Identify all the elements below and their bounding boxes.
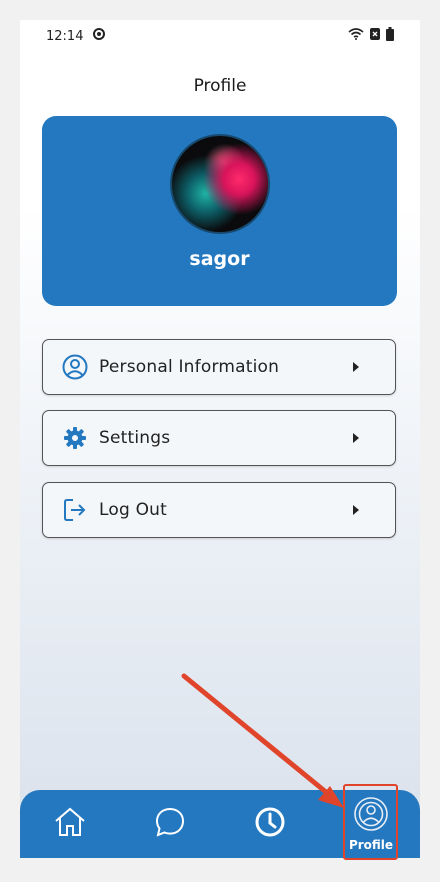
annotation-highlight-box xyxy=(343,784,398,860)
profile-card: sagor xyxy=(42,116,397,306)
menu-item-label: Personal Information xyxy=(99,357,280,377)
nav-home[interactable] xyxy=(50,790,90,858)
signal-off-icon xyxy=(370,28,380,44)
menu-item-label: Log Out xyxy=(99,500,167,520)
menu-item-label: Settings xyxy=(99,428,171,448)
home-icon xyxy=(53,806,87,842)
status-time: 12:14 xyxy=(46,28,84,44)
chevron-right-icon xyxy=(353,433,359,443)
nav-history[interactable] xyxy=(250,790,290,858)
logout-icon xyxy=(61,496,89,524)
clock-icon xyxy=(254,806,286,842)
battery-icon xyxy=(386,27,394,45)
phone-screen: 12:14 Profile sagor Personal Information xyxy=(20,20,420,858)
notification-icon xyxy=(93,28,106,44)
avatar[interactable] xyxy=(172,136,268,232)
chevron-right-icon xyxy=(353,505,359,515)
menu-item-log-out[interactable]: Log Out xyxy=(42,482,396,538)
chevron-right-icon xyxy=(353,362,359,372)
username: sagor xyxy=(189,248,250,270)
menu-item-personal-information[interactable]: Personal Information xyxy=(42,339,396,395)
wifi-icon xyxy=(348,28,364,44)
chat-icon xyxy=(154,806,186,842)
gear-icon xyxy=(61,424,89,452)
user-circle-icon xyxy=(61,353,89,381)
page-title: Profile xyxy=(193,76,247,96)
menu-item-settings[interactable]: Settings xyxy=(42,410,396,466)
nav-chat[interactable] xyxy=(150,790,190,858)
status-bar: 12:14 xyxy=(20,20,420,52)
